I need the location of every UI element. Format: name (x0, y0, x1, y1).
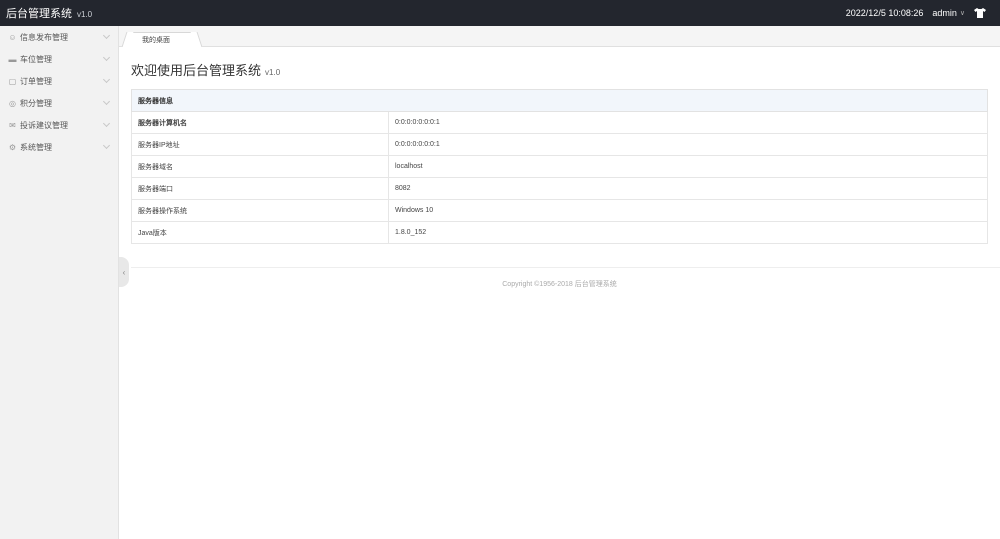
footer-copyright: Copyright ©1956-2018 后台管理系统 (502, 281, 617, 288)
sidebar-item-parking[interactable]: ▬ 车位管理 (0, 48, 118, 70)
chevron-down-icon (102, 141, 111, 150)
chevron-left-icon: ‹ (122, 267, 126, 277)
welcome-heading: 欢迎使用后台管理系统 v1.0 (131, 60, 280, 79)
table-row: 服务器端口 8082 (131, 177, 988, 200)
complaint-icon: ✉ (9, 120, 16, 130)
content-divider (131, 267, 1000, 268)
tab-my-desktop[interactable]: 我的桌面 (127, 32, 197, 47)
header-right: 2022/12/5 10:08:26 admin ∨ (846, 8, 1000, 18)
row-key: 服务器域名 (131, 155, 389, 178)
table-row: 服务器IP地址 0:0:0:0:0:0:0:1 (131, 133, 988, 156)
welcome-version: v1.0 (265, 68, 281, 77)
datetime-display: 2022/12/5 10:08:26 (845, 8, 924, 18)
row-key: 服务器端口 (131, 177, 389, 200)
top-header: 后台管理系统 v1.0 2022/12/5 10:08:26 admin ∨ (0, 0, 1000, 26)
app-brand[interactable]: 后台管理系统 v1.0 (0, 5, 92, 21)
table-header: 服务器信息 (131, 89, 988, 112)
chevron-down-icon (102, 75, 111, 84)
server-info-table: 服务器信息 服务器计算机名 0:0:0:0:0:0:0:1 服务器IP地址 0:… (131, 89, 988, 244)
row-value: localhost (388, 155, 988, 178)
table-row: 服务器操作系统 Windows 10 (131, 199, 988, 222)
row-value: 0:0:0:0:0:0:0:1 (388, 111, 988, 134)
tab-bar: 我的桌面 (119, 26, 1000, 47)
chevron-down-icon (102, 53, 111, 62)
sidebar-item-label: 车位管理 (20, 54, 52, 64)
table-row: 服务器域名 localhost (131, 155, 988, 178)
table-row: 服务器计算机名 0:0:0:0:0:0:0:1 (131, 111, 988, 134)
row-value: 8082 (388, 177, 988, 200)
app-version: v1.0 (77, 10, 93, 19)
row-key: 服务器计算机名 (131, 111, 389, 134)
sidebar: ☺ 信息发布管理 ▬ 车位管理 ▢ 订单管理 ◎ 积分管理 ✉ 投诉建议管理 ⚙… (0, 26, 119, 539)
chevron-down-icon (102, 97, 111, 106)
row-key: Java版本 (131, 221, 389, 244)
app-title: 后台管理系统 (6, 8, 72, 20)
welcome-text: 欢迎使用后台管理系统 (131, 63, 262, 78)
order-icon: ▢ (8, 76, 17, 86)
table-row: Java版本 1.8.0_152 (131, 221, 988, 244)
sidebar-item-system[interactable]: ⚙ 系统管理 (0, 136, 118, 158)
row-value: 1.8.0_152 (388, 221, 988, 244)
sidebar-item-label: 订单管理 (20, 76, 52, 86)
sidebar-item-label: 积分管理 (20, 98, 52, 108)
shirt-icon[interactable] (974, 8, 986, 18)
row-key: 服务器IP地址 (131, 133, 389, 156)
sidebar-item-info-publish[interactable]: ☺ 信息发布管理 (0, 26, 118, 48)
info-icon: ☺ (8, 32, 17, 42)
sidebar-item-complaints[interactable]: ✉ 投诉建议管理 (0, 114, 118, 136)
points-icon: ◎ (9, 98, 16, 108)
sidebar-item-points[interactable]: ◎ 积分管理 (0, 92, 118, 114)
tab-label: 我的桌面 (142, 37, 170, 44)
table-header-row: 服务器信息 (131, 89, 988, 112)
sidebar-item-label: 系统管理 (20, 142, 52, 152)
settings-icon: ⚙ (8, 142, 17, 152)
row-key: 服务器操作系统 (131, 199, 389, 222)
row-value: 0:0:0:0:0:0:0:1 (388, 133, 988, 156)
username: admin (932, 8, 957, 18)
user-menu[interactable]: admin ∨ (932, 8, 965, 18)
chevron-down-icon (102, 119, 111, 128)
chevron-down-icon (102, 31, 111, 40)
row-value: Windows 10 (388, 199, 988, 222)
car-icon: ▬ (8, 54, 17, 64)
sidebar-item-orders[interactable]: ▢ 订单管理 (0, 70, 118, 92)
chevron-down-icon: ∨ (959, 10, 965, 17)
sidebar-item-label: 投诉建议管理 (20, 120, 68, 130)
sidebar-item-label: 信息发布管理 (20, 32, 68, 42)
